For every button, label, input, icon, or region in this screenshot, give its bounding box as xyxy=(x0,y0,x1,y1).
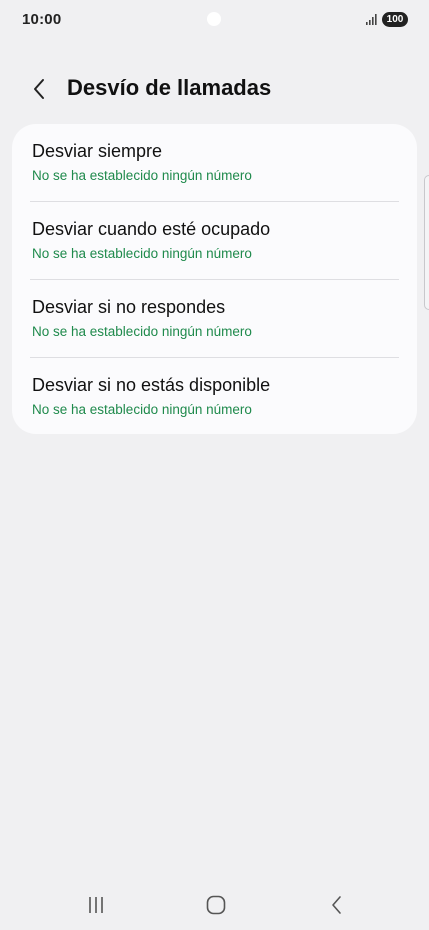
chevron-left-icon xyxy=(34,79,44,99)
option-forward-when-unanswered[interactable]: Desviar si no respondes No se ha estable… xyxy=(12,280,417,358)
option-subtitle: No se ha establecido ningún número xyxy=(32,246,252,261)
option-forward-when-busy[interactable]: Desviar cuando esté ocupado No se ha est… xyxy=(12,202,417,280)
signal-bars-icon xyxy=(366,14,377,25)
home-button[interactable] xyxy=(196,892,236,918)
option-title: Desviar siempre xyxy=(32,141,163,161)
recents-button[interactable] xyxy=(76,892,116,918)
option-subtitle: No se ha establecido ningún número xyxy=(32,324,252,339)
option-title: Desviar si no estás disponible xyxy=(32,375,271,395)
home-icon xyxy=(206,895,226,915)
status-time: 10:00 xyxy=(22,11,62,28)
camera-cutout xyxy=(207,12,221,26)
app-header: Desvío de llamadas xyxy=(0,66,429,110)
option-forward-always[interactable]: Desviar siempre No se ha establecido nin… xyxy=(12,124,417,202)
page-title: Desvío de llamadas xyxy=(67,75,272,100)
option-title: Desviar si no respondes xyxy=(32,297,226,317)
edge-panel-handle[interactable] xyxy=(424,175,429,310)
back-button[interactable] xyxy=(24,74,54,104)
system-back-button[interactable] xyxy=(316,892,356,918)
option-subtitle: No se ha establecido ningún número xyxy=(32,168,252,183)
navigation-bar xyxy=(0,880,429,930)
status-bar: 10:00 100 xyxy=(0,0,429,40)
option-forward-when-unreachable[interactable]: Desviar si no estás disponible No se ha … xyxy=(12,358,417,436)
back-icon xyxy=(332,896,341,914)
option-subtitle: No se ha establecido ningún número xyxy=(32,402,252,417)
recents-icon xyxy=(89,897,103,913)
forwarding-options-card: Desviar siempre No se ha establecido nin… xyxy=(12,124,417,434)
battery-level-badge: 100 xyxy=(382,12,408,27)
option-title: Desviar cuando esté ocupado xyxy=(32,219,271,239)
